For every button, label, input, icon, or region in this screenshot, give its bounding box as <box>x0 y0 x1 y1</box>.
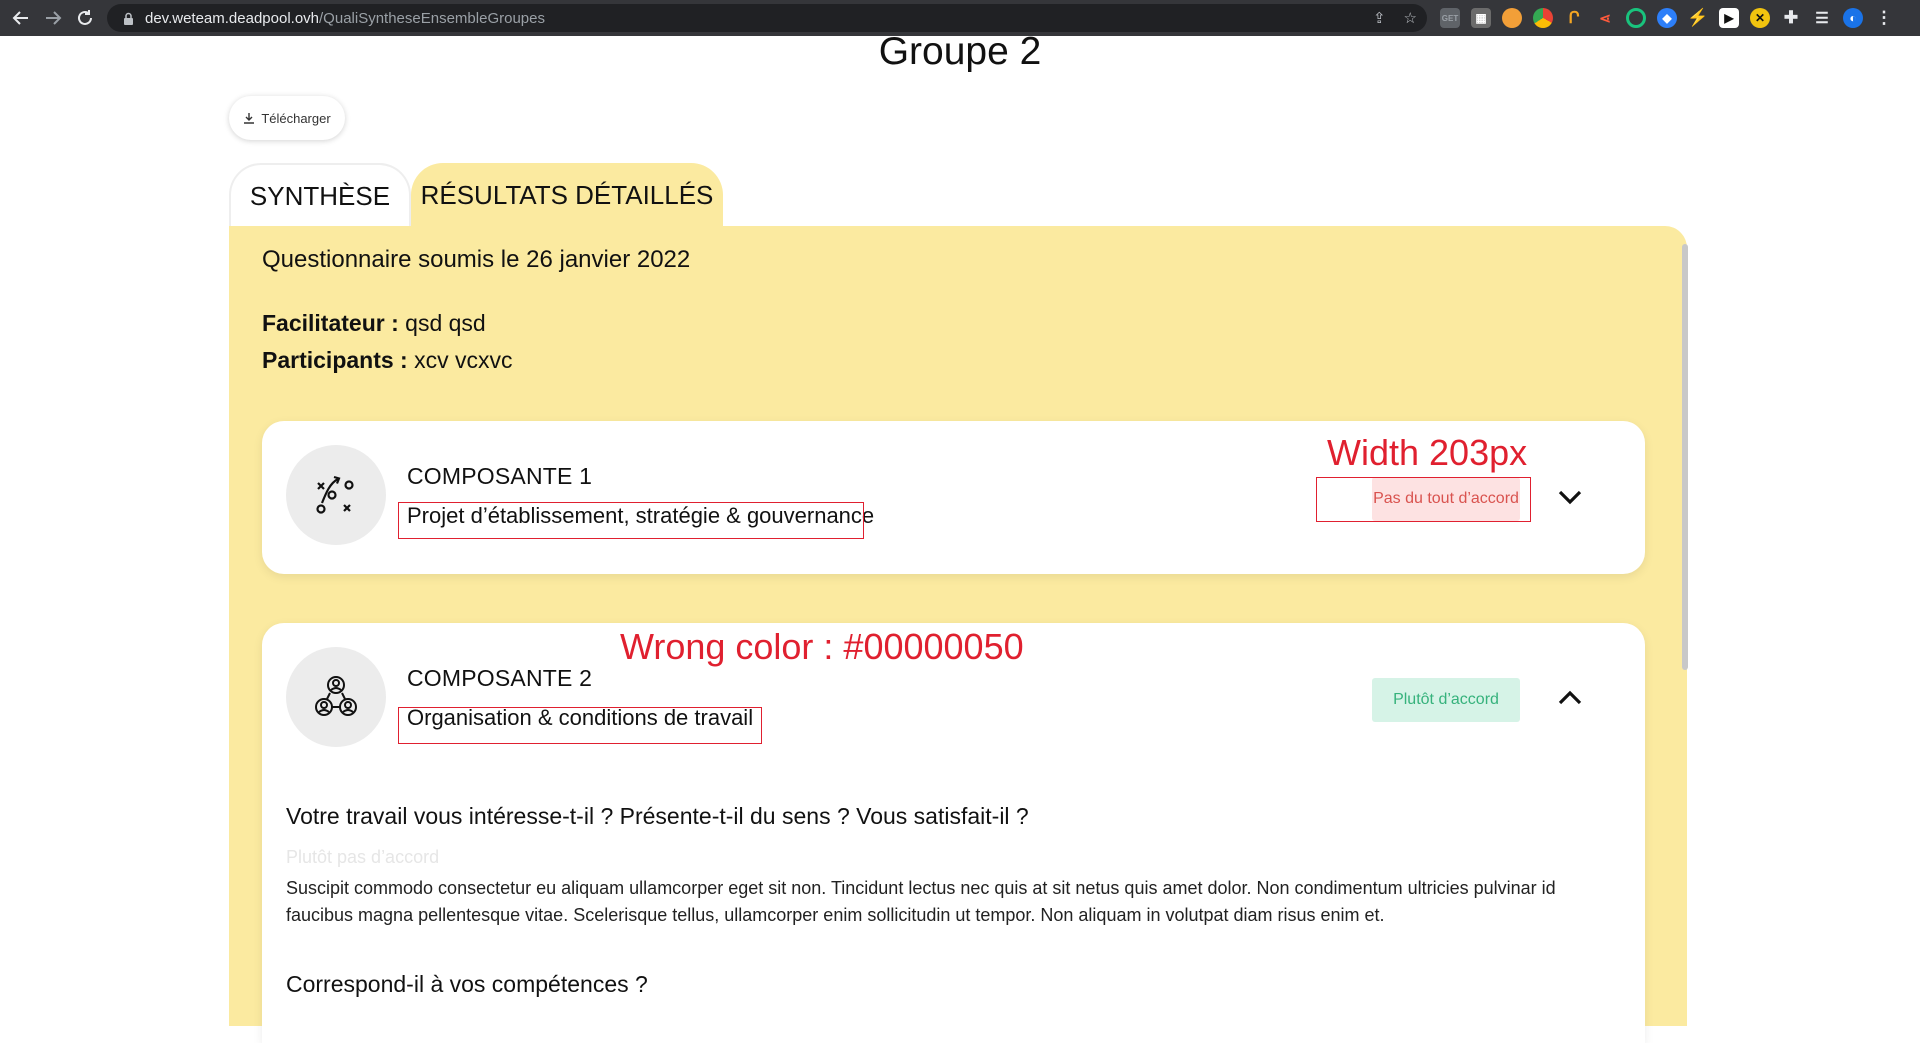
lock-icon <box>121 11 135 25</box>
extension-yellow-icon[interactable]: ✕ <box>1750 8 1770 28</box>
annotation-box-subtitle-1 <box>398 502 864 539</box>
component-card-2[interactable]: COMPOSANTE 2 Organisation & conditions d… <box>262 623 1645 1043</box>
component-2-status-badge: Plutôt d’accord <box>1372 678 1520 722</box>
component-2-title: COMPOSANTE 2 <box>407 665 593 691</box>
submission-date: Questionnaire soumis le 26 janvier 2022 <box>262 246 691 273</box>
extension-blue-icon[interactable]: ◆ <box>1657 8 1677 28</box>
extension-google-icon[interactable] <box>1533 8 1553 28</box>
chevron-up-icon[interactable] <box>1554 682 1586 714</box>
panel-scrollbar[interactable] <box>1682 244 1688 670</box>
question-1-answer: Plutôt pas d’accord <box>286 847 440 867</box>
question-1-comment: Suscipit commodo consectetur eu aliquam … <box>286 878 1556 925</box>
download-label: Télécharger <box>261 110 331 126</box>
extension-target-icon[interactable] <box>1626 8 1646 28</box>
team-icon <box>286 647 386 747</box>
annotation-box-badge <box>1316 477 1531 522</box>
facilitator-label: Facilitateur : <box>262 310 399 336</box>
arrow-left-icon <box>12 11 28 25</box>
participants-line: Participants : xcv vcxvc <box>262 347 513 374</box>
annotation-box-subtitle-2 <box>398 707 762 744</box>
arrow-right-icon <box>46 11 62 25</box>
page-title: Groupe 2 <box>878 30 1042 73</box>
question-1: Votre travail vous intéresse-t-il ? Prés… <box>286 803 1029 829</box>
component-1-title: COMPOSANTE 1 <box>407 463 593 489</box>
question-2: Correspond-il à vos compétences ? <box>286 971 648 997</box>
url-text: dev.weteam.deadpool.ovh/QualiSyntheseEns… <box>145 9 545 27</box>
address-bar[interactable]: dev.weteam.deadpool.ovh/QualiSyntheseEns… <box>107 4 1427 32</box>
extension-play-icon[interactable]: ▶ <box>1719 8 1739 28</box>
bookmark-star-icon[interactable]: ☆ <box>1404 9 1417 27</box>
extension-get-icon[interactable]: GET <box>1440 8 1460 28</box>
profile-avatar[interactable]: ◐ <box>1843 8 1863 28</box>
tab-detailed-results[interactable]: RÉSULTATS DÉTAILLÉS <box>411 163 723 227</box>
reload-icon <box>78 10 92 25</box>
participants-value: xcv vcxvc <box>414 347 513 373</box>
participants-label: Participants : <box>262 347 408 373</box>
extension-share-icon[interactable]: ⋖ <box>1595 8 1615 28</box>
strategy-icon <box>286 445 386 545</box>
share-icon[interactable]: ⇪ <box>1373 9 1386 27</box>
download-icon <box>244 113 255 124</box>
facilitator-value: qsd qsd <box>405 310 486 336</box>
extensions-puzzle-icon[interactable]: ✚ <box>1781 8 1801 28</box>
extension-lightning-icon[interactable]: ⚡ <box>1687 8 1708 28</box>
chevron-down-icon[interactable] <box>1554 481 1586 513</box>
annotation-color-note: Wrong color : #00000050 <box>620 626 1024 667</box>
extension-orange-icon[interactable] <box>1502 8 1522 28</box>
annotation-width-note: Width 203px <box>1327 432 1528 473</box>
reading-list-icon[interactable]: ☰ <box>1812 8 1832 28</box>
tab-synthese[interactable]: SYNTHÈSE <box>229 163 411 227</box>
extension-grid-icon[interactable]: ▦ <box>1471 8 1491 28</box>
download-button[interactable]: Télécharger <box>229 96 345 140</box>
facilitator-line: Facilitateur : qsd qsd <box>262 310 486 337</box>
extension-branch-icon[interactable]: Ր <box>1564 8 1584 28</box>
menu-kebab-icon[interactable]: ⋮ <box>1874 8 1894 28</box>
